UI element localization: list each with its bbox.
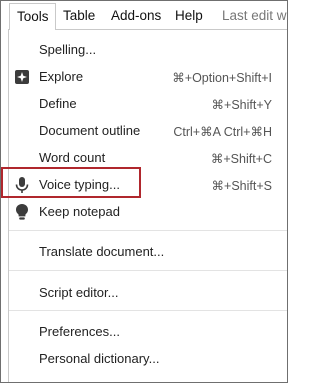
menu-table[interactable]: Table: [63, 8, 95, 23]
menu-item-explore[interactable]: Explore ⌘+Option+Shift+I: [9, 64, 287, 90]
menu-item-script-editor[interactable]: Script editor...: [9, 280, 287, 306]
menu-bar: Tools Table Add-ons Help Last edit w: [1, 1, 287, 31]
menu-separator: [9, 310, 287, 311]
menu-item-label: Document outline: [39, 123, 141, 138]
menu-item-shortcut: Ctrl+⌘A Ctrl+⌘H: [173, 125, 272, 139]
menu-tools[interactable]: Tools: [9, 3, 56, 30]
menu-item-label: Define: [39, 96, 77, 111]
menu-item-word-count[interactable]: Word count ⌘+Shift+C: [9, 145, 287, 171]
menu-item-label: Spelling...: [39, 42, 97, 57]
tools-dropdown-menu: Spelling... Explore ⌘+Option+Shift+I Def…: [8, 29, 287, 382]
menu-item-label: Word count: [39, 150, 106, 165]
last-edit-link[interactable]: Last edit w: [222, 8, 287, 23]
menu-item-personal-dictionary[interactable]: Personal dictionary...: [9, 346, 287, 372]
menu-addons[interactable]: Add-ons: [111, 8, 161, 23]
menu-item-shortcut: ⌘+Shift+S: [211, 179, 272, 193]
menu-item-spelling[interactable]: Spelling...: [9, 37, 287, 63]
menu-item-label: Script editor...: [39, 285, 119, 300]
menu-item-shortcut: ⌘+Shift+C: [210, 152, 272, 166]
lightbulb-icon: [13, 203, 31, 221]
menu-tools-label: Tools: [17, 9, 49, 24]
document-edge: [1, 31, 8, 381]
menu-item-voice-typing[interactable]: Voice typing... ⌘+Shift+S: [9, 172, 287, 198]
microphone-icon: [13, 176, 31, 194]
menu-item-label: Translate document...: [39, 244, 165, 259]
menu-item-label: Personal dictionary...: [39, 351, 160, 366]
explore-sparkle-icon: [13, 68, 31, 86]
menu-item-define[interactable]: Define ⌘+Shift+Y: [9, 91, 287, 117]
menu-item-preferences[interactable]: Preferences...: [9, 319, 287, 345]
menu-item-label: Keep notepad: [39, 204, 120, 219]
menu-item-keep-notepad[interactable]: Keep notepad: [9, 199, 287, 225]
menu-item-label: Preferences...: [39, 324, 120, 339]
menu-item-label: Explore: [39, 69, 84, 84]
menu-item-label: Voice typing...: [39, 177, 120, 192]
menu-item-document-outline[interactable]: Document outline Ctrl+⌘A Ctrl+⌘H: [9, 118, 287, 144]
menu-item-shortcut: ⌘+Shift+Y: [211, 98, 272, 112]
menu-item-translate-document[interactable]: Translate document...: [9, 239, 287, 265]
menu-separator: [9, 270, 287, 271]
menu-item-shortcut: ⌘+Option+Shift+I: [172, 71, 272, 85]
menu-help[interactable]: Help: [175, 8, 203, 23]
menu-separator: [9, 230, 287, 231]
